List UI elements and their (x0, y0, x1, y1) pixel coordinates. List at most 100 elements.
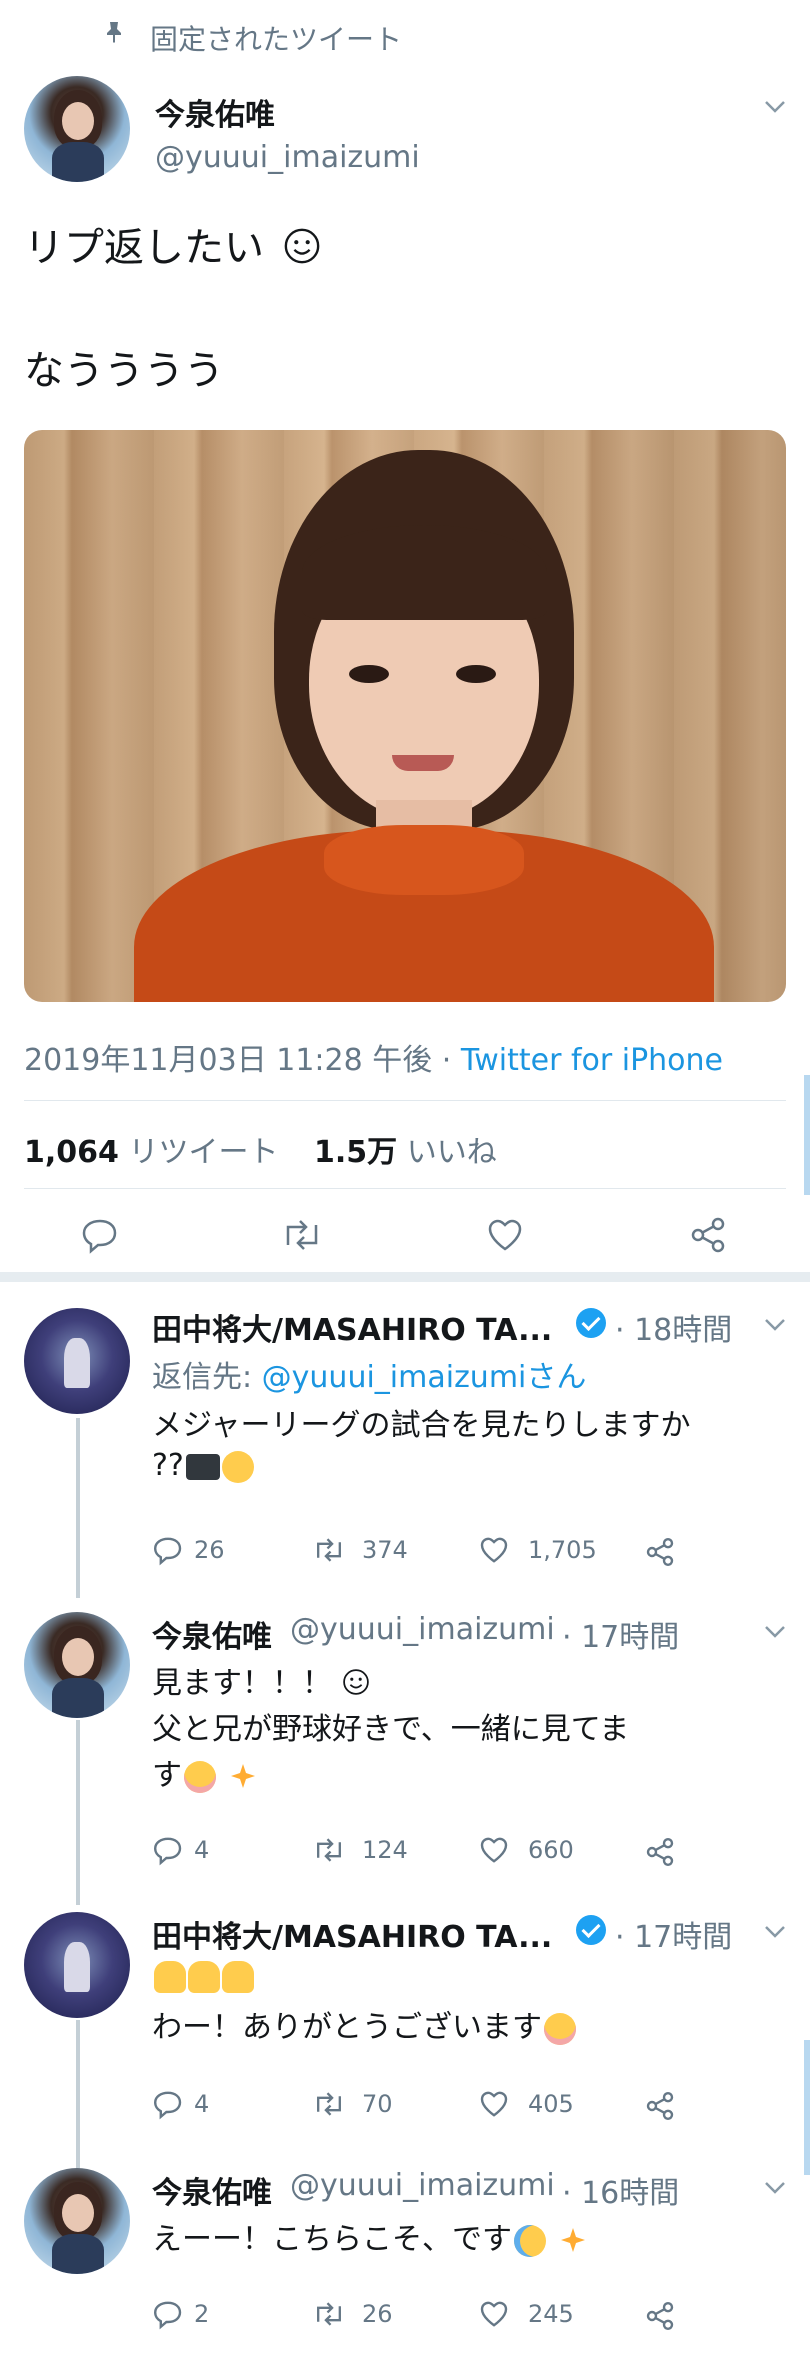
reply-icon (153, 1837, 182, 1866)
reply-action[interactable]: 4 (152, 2088, 272, 2124)
avatar[interactable] (24, 1612, 130, 1718)
tweet-text: えーー！こちらこそ、です (152, 2222, 512, 2257)
retweet-icon[interactable] (280, 1215, 324, 1255)
reply-action[interactable]: 26 (152, 1534, 272, 1570)
like-action[interactable]: 245 (478, 2298, 628, 2334)
tweet-time[interactable]: · 17時間 (562, 1612, 679, 1656)
divider (24, 1188, 786, 1189)
blush-emoji (184, 1760, 216, 1793)
tweet-text-line-1: えーー！こちらこそ、です (152, 2214, 588, 2258)
reply-icon (153, 2091, 182, 2120)
tweet-text-line-2: なうううう (24, 348, 224, 394)
avatar[interactable] (24, 2168, 130, 2274)
like-count: 405 (528, 2090, 574, 2118)
reply-count: 2 (194, 2300, 210, 2328)
retweet-icon (317, 1538, 341, 1562)
author-name[interactable]: 今泉佑唯 (152, 2168, 272, 2212)
avatar[interactable] (24, 1912, 130, 2018)
chevron-down-icon[interactable] (764, 1318, 786, 1332)
like-icon (480, 2091, 508, 2117)
retweet-count: 26 (362, 2300, 393, 2328)
like-count: 245 (528, 2300, 574, 2328)
tweet-text-line-1: 見ます！！！ (152, 1658, 370, 1702)
retweet-count: 70 (362, 2090, 393, 2118)
praying-emoji (222, 1960, 254, 1993)
like-count[interactable]: 1.5万 (314, 1135, 397, 1170)
tweet-source-link[interactable]: Twitter for iPhone (461, 1043, 723, 1078)
like-action[interactable]: 405 (478, 2088, 628, 2124)
share-icon[interactable] (644, 2300, 676, 2332)
reply-count: 4 (194, 2090, 210, 2118)
reply-icon[interactable] (80, 1215, 120, 1255)
reply-icon (153, 2301, 182, 2330)
tweet-time[interactable]: · 18時間 (615, 1305, 732, 1349)
tweet-photo[interactable] (24, 430, 786, 1002)
tweet-stats: 1,064 リツイート 1.5万 いいね (24, 1127, 497, 1171)
reply-count: 4 (194, 1836, 210, 1864)
thinking-emoji (221, 1450, 254, 1483)
tweet-timestamp[interactable]: 2019年11月03日 11:28 午後 (24, 1043, 432, 1078)
tv-emoji (185, 1453, 220, 1480)
author-handle[interactable]: @yuuui_imaizumi (155, 140, 420, 175)
tweet-text-line-2: ?? (152, 1448, 254, 1483)
mention-link[interactable]: @yuuui_imaizumiさん (262, 1360, 587, 1395)
verified-badge-icon (576, 1915, 606, 1945)
reply-action[interactable]: 2 (152, 2298, 272, 2334)
like-count: 660 (528, 1836, 574, 1864)
emoji-row (152, 1958, 254, 1993)
like-count: 1,705 (528, 1536, 597, 1564)
avatar[interactable] (24, 1308, 130, 1414)
share-icon[interactable] (688, 1215, 728, 1255)
tweet-timestamp-line: 2019年11月03日 11:28 午後 · Twitter for iPhon… (24, 1035, 723, 1079)
pinned-label: 固定されたツイート (150, 23, 403, 56)
tweet-time[interactable]: · 17時間 (615, 1912, 732, 1956)
reply-to: 返信先: @yuuui_imaizumiさん (152, 1352, 586, 1396)
share-icon[interactable] (644, 1536, 676, 1568)
verified-badge-icon (576, 1308, 606, 1338)
reply-to-prefix: 返信先: (152, 1360, 262, 1395)
share-icon[interactable] (644, 2090, 676, 2122)
retweet-action[interactable]: 374 (312, 1534, 452, 1570)
avatar[interactable] (24, 76, 130, 182)
chevron-down-icon[interactable] (764, 2181, 786, 2195)
tweet-text-line-3: す (152, 1750, 258, 1794)
tweet-time[interactable]: · 16時間 (562, 2168, 679, 2212)
share-icon[interactable] (644, 1836, 676, 1868)
retweet-label[interactable]: リツイート (128, 1135, 278, 1170)
tweet-text-line-1: リプ返したい (24, 215, 321, 273)
author-name[interactable]: 田中将大/MASAHIRO TA... (152, 1912, 552, 1956)
smile-emoji (342, 1669, 369, 1695)
tweet-text: わー！ありがとうございます (152, 2010, 542, 2045)
reply-action[interactable]: 4 (152, 1834, 272, 1870)
like-icon[interactable] (485, 1215, 525, 1255)
crying-emoji (514, 2224, 546, 2257)
retweet-action[interactable]: 26 (312, 2298, 452, 2334)
like-action[interactable]: 1,705 (478, 1534, 628, 1570)
scrollbar[interactable] (804, 1075, 810, 1195)
chevron-down-icon[interactable] (764, 100, 786, 114)
tweet-text: す (152, 1758, 182, 1793)
chevron-down-icon[interactable] (764, 1925, 786, 1939)
author-name[interactable]: 田中将大/MASAHIRO TA... (152, 1305, 552, 1349)
tweet-text-line-2: わー！ありがとうございます (152, 2002, 576, 2046)
retweet-icon (317, 2302, 341, 2326)
author-handle[interactable]: @yuuui_imaizumi (290, 1612, 555, 1647)
scrollbar[interactable] (804, 2040, 810, 2175)
thread-line (76, 1720, 80, 1905)
like-icon (480, 2301, 508, 2327)
thread-line (76, 1418, 80, 1598)
author-name[interactable]: 今泉佑唯 (152, 1612, 272, 1656)
tweet-text: 見ます！！！ (152, 1666, 332, 1701)
retweet-count[interactable]: 1,064 (24, 1135, 119, 1170)
author-handle[interactable]: @yuuui_imaizumi (290, 2168, 555, 2203)
retweet-action[interactable]: 124 (312, 1834, 452, 1870)
like-icon (480, 1537, 508, 1563)
like-action[interactable]: 660 (478, 1834, 628, 1870)
pin-icon (107, 22, 121, 43)
author-name[interactable]: 今泉佑唯 (155, 90, 275, 134)
retweet-action[interactable]: 70 (312, 2088, 452, 2124)
like-label[interactable]: いいね (407, 1135, 497, 1170)
chevron-down-icon[interactable] (764, 1625, 786, 1639)
praying-emoji (154, 1960, 186, 1993)
tweet-text: リプ返したい (24, 225, 264, 271)
